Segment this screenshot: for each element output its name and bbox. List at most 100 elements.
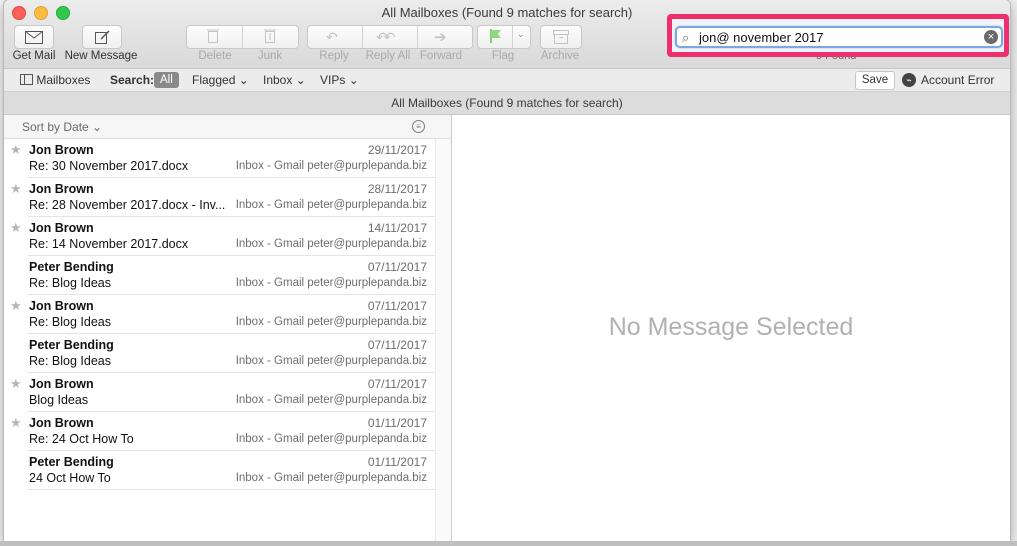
search-input-value: jon@ november 2017	[699, 30, 824, 45]
forward-icon[interactable]: ➔	[434, 28, 447, 46]
message-date: 28/11/2017	[367, 182, 427, 196]
clear-search-icon[interactable]: ×	[984, 30, 998, 44]
message-mailbox: Inbox - Gmail peter@purplepanda.biz	[235, 355, 427, 367]
chevron-down-icon: ⌄	[348, 73, 359, 87]
get-mail-button[interactable]	[14, 25, 54, 49]
message-list-pane: Sort by Date ⌄ ≡ ★ Jon Brown 29/11/2017 Re:…	[4, 115, 452, 541]
message-mailbox: Inbox - Gmail peter@purplepanda.biz	[235, 277, 427, 289]
message-subject: Re: 24 Oct How To	[29, 432, 134, 446]
background-window-edge	[0, 541, 1017, 546]
filter-icon[interactable]: ≡	[412, 120, 425, 133]
message-subject: Re: Blog Ideas	[29, 354, 111, 368]
message-sender: Jon Brown	[29, 416, 94, 430]
search-field[interactable]: ⌕ jon@ november 2017 ×	[675, 26, 1003, 48]
chevron-down-icon[interactable]: ⌄	[517, 29, 525, 40]
message-row[interactable]: ★ Jon Brown 07/11/2017 Blog Ideas Inbox - Gm…	[10, 373, 435, 412]
list-scrollbar[interactable]	[435, 139, 452, 541]
message-date: 07/11/2017	[367, 338, 427, 352]
message-subject: Re: 28 November 2017.docx - Inv...	[29, 198, 225, 212]
flag-button[interactable]: ⌄	[477, 25, 531, 49]
sort-by-date-button[interactable]: Sort by Date ⌄	[22, 120, 102, 134]
sort-label: Sort by Date	[22, 120, 89, 134]
message-sender: Peter Bending	[29, 338, 114, 352]
new-message-label: New Message	[64, 50, 138, 62]
message-date: 07/11/2017	[367, 377, 427, 391]
background-window-edge	[1010, 0, 1017, 546]
no-message-placeholder: No Message Selected	[608, 313, 854, 341]
search-results-header: All Mailboxes (Found 9 matches for searc…	[4, 92, 1010, 115]
archive-button[interactable]	[540, 25, 582, 49]
message-mailbox: Inbox - Gmail peter@purplepanda.biz	[235, 394, 427, 406]
inbox-scope-button[interactable]: Inbox ⌄	[263, 73, 306, 87]
archive-label: Archive	[540, 50, 580, 62]
star-icon: ★	[10, 415, 22, 430]
archive-icon	[553, 30, 569, 44]
reply-segment: ↶ ↶↶ ➔	[307, 25, 473, 49]
search-scope-label: Search:	[110, 73, 155, 87]
new-message-button[interactable]	[82, 25, 122, 49]
save-search-button[interactable]: Save	[855, 71, 895, 90]
sort-header: Sort by Date ⌄ ≡	[4, 115, 451, 139]
message-mailbox: Inbox - Gmail peter@purplepanda.biz	[235, 160, 427, 172]
message-row[interactable]: Peter Bending 07/11/2017 Re: Blog Ideas Inb…	[28, 334, 435, 373]
message-sender: Jon Brown	[29, 143, 94, 157]
flagged-scope-button[interactable]: Flagged ⌄	[192, 73, 249, 87]
message-subject: Blog Ideas	[29, 393, 89, 407]
message-list: ★ Jon Brown 29/11/2017 Re: 30 November 2017…	[4, 139, 435, 490]
junk-icon[interactable]	[263, 28, 277, 46]
delete-label: Delete	[198, 50, 232, 62]
scope-all-button[interactable]: All	[154, 72, 179, 88]
star-icon: ★	[10, 376, 22, 391]
message-mailbox: Inbox - Gmail peter@purplepanda.biz	[235, 199, 427, 211]
message-date: 01/11/2017	[367, 455, 427, 469]
message-date: 01/11/2017	[367, 416, 427, 430]
message-row[interactable]: ★ Jon Brown 07/11/2017 Re: Blog Ideas Inbox …	[10, 295, 435, 334]
envelope-icon	[25, 30, 43, 44]
message-row[interactable]: ★ Jon Brown 01/11/2017 Re: 24 Oct How To Inb…	[10, 412, 435, 451]
message-sender: Jon Brown	[29, 377, 94, 391]
chevron-down-icon: ⌄	[92, 120, 103, 134]
flag-label: Flag	[491, 50, 515, 62]
mailboxes-label: Mailboxes	[36, 73, 91, 87]
delete-junk-segment	[186, 25, 299, 49]
message-row[interactable]: Peter Bending 01/11/2017 24 Oct How To Inbo…	[28, 451, 435, 490]
star-icon: ★	[10, 298, 22, 313]
message-subject: 24 Oct How To	[29, 471, 111, 485]
reply-label: Reply	[319, 50, 349, 62]
message-subject: Re: Blog Ideas	[29, 315, 111, 329]
mailboxes-toggle[interactable]: Mailboxes	[20, 73, 90, 87]
message-row[interactable]: ★ Jon Brown 29/11/2017 Re: 30 November 2017…	[10, 139, 435, 178]
account-error-link[interactable]: Account Error	[921, 73, 994, 87]
delete-icon[interactable]	[207, 28, 219, 46]
message-mailbox: Inbox - Gmail peter@purplepanda.biz	[235, 238, 427, 250]
star-icon: ★	[10, 142, 22, 157]
search-icon: ⌕	[682, 30, 690, 45]
message-sender: Peter Bending	[29, 260, 114, 274]
message-row[interactable]: ★ Jon Brown 14/11/2017 Re: 14 November 2017…	[10, 217, 435, 256]
message-subject: Re: 14 November 2017.docx	[29, 237, 189, 251]
message-date: 07/11/2017	[367, 299, 427, 313]
vips-scope-button[interactable]: VIPs ⌄	[320, 73, 359, 87]
reply-all-label: Reply All	[365, 50, 411, 62]
message-subject: Re: Blog Ideas	[29, 276, 111, 290]
flag-icon	[490, 29, 502, 46]
star-icon: ★	[10, 181, 22, 196]
message-mailbox: Inbox - Gmail peter@purplepanda.biz	[235, 472, 427, 484]
message-row[interactable]: ★ Jon Brown 28/11/2017 Re: 28 November 2017…	[10, 178, 435, 217]
message-sender: Jon Brown	[29, 182, 94, 196]
message-viewer-pane: No Message Selected	[452, 115, 1010, 541]
reply-icon[interactable]: ↶	[326, 29, 338, 46]
chevron-down-icon: ⌄	[238, 73, 249, 87]
reply-all-icon[interactable]: ↶↶	[376, 29, 396, 46]
get-mail-label: Get Mail	[12, 50, 56, 62]
message-sender: Jon Brown	[29, 299, 94, 313]
mail-window: All Mailboxes (Found 9 matches for searc…	[4, 0, 1010, 541]
message-date: 29/11/2017	[367, 143, 427, 157]
message-date: 07/11/2017	[367, 260, 427, 274]
compose-icon	[94, 29, 110, 44]
message-mailbox: Inbox - Gmail peter@purplepanda.biz	[235, 433, 427, 445]
activity-icon: ⌁	[902, 73, 916, 87]
sidebar-icon	[20, 74, 33, 85]
chevron-down-icon: ⌄	[295, 73, 306, 87]
message-row[interactable]: Peter Bending 07/11/2017 Re: Blog Ideas Inb…	[28, 256, 435, 295]
